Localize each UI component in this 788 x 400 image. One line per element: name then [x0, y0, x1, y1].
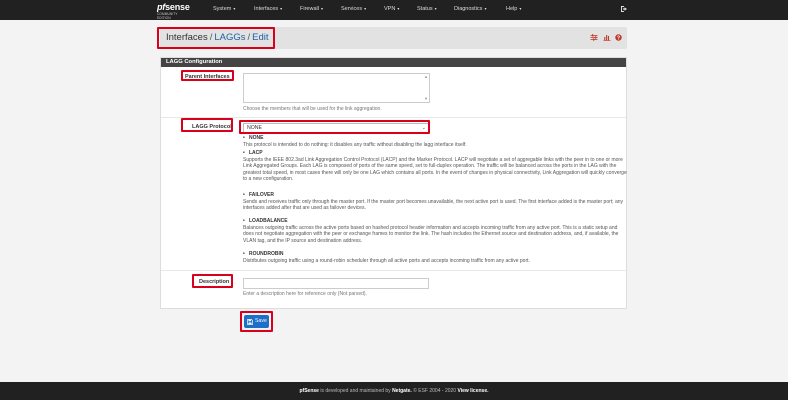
protocol-name: NONE: [249, 135, 264, 141]
listbox-scrollbar[interactable]: ▲ ▼: [424, 75, 428, 101]
highlight-description: [192, 274, 233, 288]
caret-down-icon: ▾: [397, 6, 400, 11]
menu-help[interactable]: Help ▾: [506, 5, 521, 13]
top-navbar: pfsense COMMUNITY EDITION System ▾ Interf…: [0, 0, 788, 20]
protocol-option-loadbalance: • LOADBALANCE Balances outgoing traffic a…: [243, 218, 627, 244]
menu-diagnostics[interactable]: Diagnostics ▾: [454, 5, 486, 13]
highlight-lagg-protocol-select: [239, 120, 430, 134]
sliders-icon[interactable]: [590, 34, 598, 41]
parent-interfaces-help: Choose the members that will be used for…: [243, 106, 382, 112]
protocol-option-failover: • FAILOVER Sends and receives traffic onl…: [243, 192, 627, 212]
menu-firewall[interactable]: Firewall ▾: [300, 5, 323, 13]
highlight-parent-interfaces: [181, 70, 234, 81]
panel-title: LAGG Configuration: [161, 58, 626, 67]
protocol-description: Balances outgoing traffic across the act…: [243, 224, 619, 244]
menu-help-label: Help: [506, 6, 518, 12]
caret-down-icon: ▾: [364, 6, 367, 11]
footer-text: is developed and maintained by: [318, 388, 393, 394]
menu-status[interactable]: Status ▾: [417, 5, 437, 13]
caret-down-icon: ▾: [434, 6, 437, 11]
parent-interfaces-listbox[interactable]: ▲ ▼: [243, 73, 430, 103]
protocol-option-lacp: • LACP Supports the IEEE 802.3ad Link Agg…: [243, 150, 627, 183]
caret-down-icon: ▾: [233, 6, 236, 11]
protocol-name: FAILOVER: [249, 192, 275, 198]
scroll-up-icon[interactable]: ▲: [424, 75, 428, 79]
highlight-lagg-protocol-label: [181, 118, 233, 132]
help-icon[interactable]: ?: [615, 34, 622, 41]
menu-interfaces[interactable]: Interfaces ▾: [254, 5, 282, 13]
row-divider: [161, 270, 626, 271]
protocol-name: LACP: [249, 150, 263, 156]
footer-license-link[interactable]: View license.: [457, 388, 488, 394]
pfsense-logo[interactable]: pfsense COMMUNITY EDITION: [157, 2, 191, 21]
logo-pf-text: pf: [157, 2, 166, 12]
caret-down-icon: ▾: [484, 6, 487, 11]
menu-vpn-label: VPN: [384, 6, 396, 12]
lagg-configuration-panel: LAGG Configuration Parent Interfaces ▲ ▼…: [160, 57, 627, 309]
scroll-down-icon[interactable]: ▼: [424, 97, 428, 101]
menu-services-label: Services: [341, 6, 363, 12]
highlight-breadcrumb: [157, 27, 275, 49]
page-footer: pfSense is developed and maintained by N…: [0, 382, 788, 400]
footer-brand[interactable]: pfSense: [300, 388, 319, 394]
protocol-name: ROUNDROBIN: [249, 251, 284, 257]
svg-text:?: ?: [617, 35, 620, 41]
protocol-option-none: • NONE This protocol is intended to do no…: [243, 135, 627, 148]
logo-edition-text: COMMUNITY EDITION: [157, 12, 178, 20]
footer-copyright: © ESF 2004 - 2020: [411, 388, 458, 394]
menu-vpn[interactable]: VPN ▾: [384, 5, 399, 13]
caret-down-icon: ▾: [519, 6, 522, 11]
protocol-description: Distributes outgoing traffic using a rou…: [243, 257, 530, 264]
footer-netgate-link[interactable]: Netgate.: [392, 388, 412, 394]
protocol-description: Supports the IEEE 802.3ad Link Aggregati…: [243, 156, 627, 183]
protocol-description: This protocol is intended to do nothing:…: [243, 141, 467, 148]
menu-system-label: System: [213, 6, 232, 12]
menu-diagnostics-label: Diagnostics: [454, 6, 483, 12]
menu-status-label: Status: [417, 6, 433, 12]
menu-services[interactable]: Services ▾: [341, 5, 366, 13]
logo-sense-text: sense: [165, 2, 190, 12]
menu-interfaces-label: Interfaces: [254, 6, 279, 12]
bar-chart-icon[interactable]: [603, 34, 611, 41]
description-input[interactable]: [243, 278, 429, 289]
logout-icon[interactable]: [620, 5, 628, 13]
highlight-save-button: [240, 311, 273, 332]
menu-system[interactable]: System ▾: [213, 5, 235, 13]
caret-down-icon: ▾: [320, 6, 323, 11]
protocol-name: LOADBALANCE: [249, 218, 288, 224]
caret-down-icon: ▾: [280, 6, 283, 11]
menu-firewall-label: Firewall: [300, 6, 319, 12]
description-help: Enter a description here for reference o…: [243, 291, 367, 297]
protocol-option-roundrobin: • ROUNDROBIN Distributes outgoing traffic…: [243, 251, 627, 264]
protocol-description: Sends and receives traffic only through …: [243, 198, 624, 212]
